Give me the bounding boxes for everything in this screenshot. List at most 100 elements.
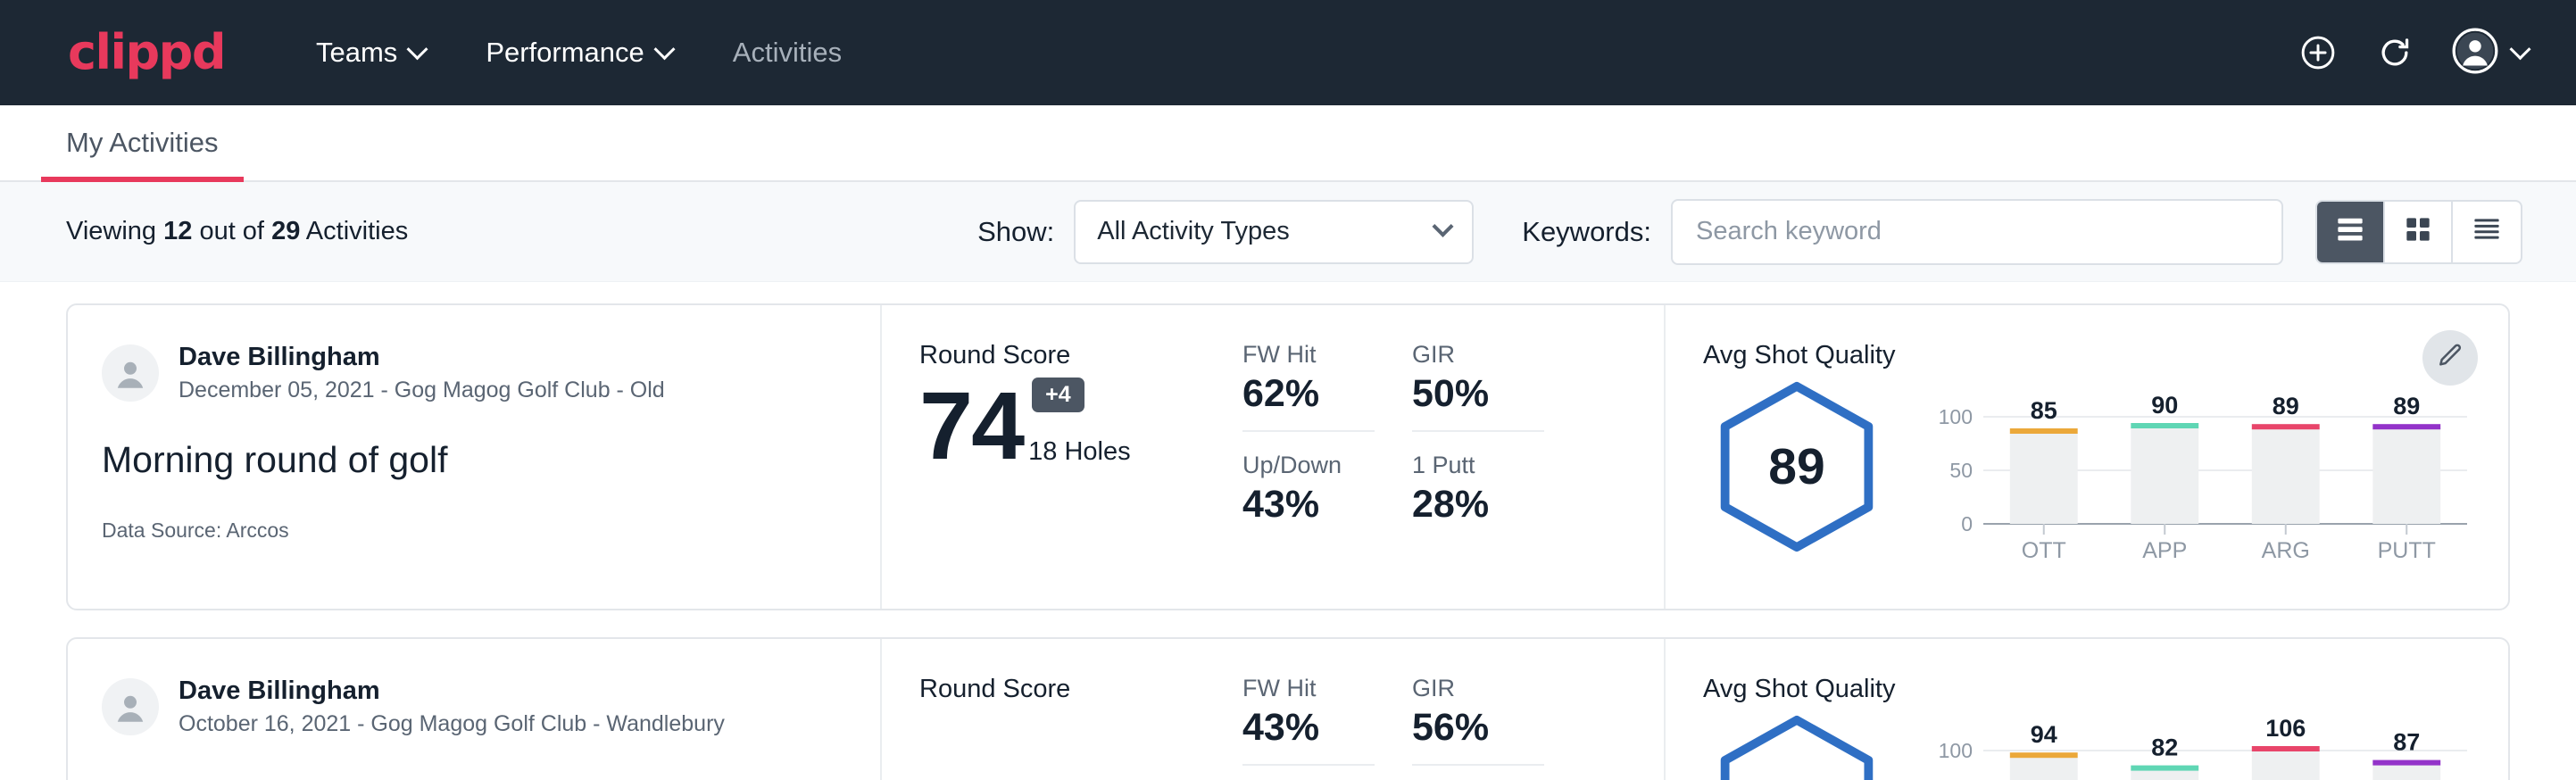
nav-item-teams[interactable]: Teams (286, 37, 455, 69)
list-view-icon (2335, 216, 2365, 247)
stat-one-putt-value: 28% (1412, 483, 1544, 527)
svg-text:94: 94 (2031, 721, 2057, 748)
activity-stats-grid: FW Hit 62% GIR 50% Up/Down 43% 1 Putt 28… (1242, 305, 1666, 609)
avg-shot-quality-body: 89 05010085OTT90APP89ARG89PUTT (1703, 379, 2508, 571)
stat-fw-hit-label: FW Hit (1242, 675, 1375, 702)
activity-user-name: Dave Billingham (179, 341, 665, 373)
round-score-column: Round Score 74 +4 18 Holes (882, 305, 1242, 609)
shot-quality-bar-chart: 05010094OTT82APP106ARG87PUTT (1930, 713, 2474, 780)
stat-up-down-value: 43% (1242, 483, 1375, 527)
activity-user-header: Dave Billingham December 05, 2021 - Gog … (102, 341, 880, 405)
grid-view-icon (2404, 215, 2432, 248)
svg-text:89: 89 (2273, 393, 2299, 419)
chevron-down-icon (2509, 38, 2530, 60)
activity-profile-column: Dave Billingham October 16, 2021 - Gog M… (68, 639, 882, 780)
activity-meta: December 05, 2021 - Gog Magog Golf Club … (179, 376, 665, 405)
stat-gir-label: GIR (1412, 675, 1544, 702)
svg-text:90: 90 (2151, 392, 2178, 419)
activity-user-header: Dave Billingham October 16, 2021 - Gog M… (102, 675, 880, 739)
view-mode-grid-button[interactable] (2385, 202, 2453, 262)
search-input-placeholder: Search keyword (1696, 217, 1882, 246)
stat-up-down-label: Up/Down (1242, 452, 1375, 479)
nav-item-performance-label: Performance (486, 37, 644, 69)
search-input[interactable]: Search keyword (1671, 199, 2283, 265)
nav-item-activities[interactable]: Activities (702, 37, 872, 69)
svg-text:50: 50 (1949, 459, 1973, 482)
view-mode-toggle-group (2315, 200, 2522, 264)
activity-profile-column: Dave Billingham December 05, 2021 - Gog … (68, 305, 882, 609)
holes-played: 18 Holes (1028, 437, 1130, 467)
shot-quality-bar-chart: 05010085OTT90APP89ARG89PUTT (1930, 379, 2474, 571)
activity-list: Dave Billingham December 05, 2021 - Gog … (0, 282, 2576, 780)
shot-quality-hexagon: 89 (1703, 379, 1890, 554)
avg-shot-quality-body: 05010094OTT82APP106ARG87PUTT (1703, 713, 2508, 780)
svg-text:89: 89 (2393, 393, 2420, 419)
shot-quality-value (1703, 713, 1890, 780)
avg-shot-quality-column: Avg Shot Quality 05010094OTT82APP106ARG8… (1666, 639, 2508, 780)
shot-quality-value: 89 (1703, 379, 1890, 554)
round-score-value-row: 74 +4 18 Holes (919, 378, 1242, 472)
chevron-down-icon (653, 38, 675, 60)
viewing-total: 29 (271, 217, 300, 245)
activity-count-text: Viewing 12 out of 29 Activities (66, 217, 408, 246)
stat-fw-hit: FW Hit 43% (1242, 675, 1375, 766)
round-score-label: Round Score (919, 675, 1242, 704)
avg-shot-quality-column: Avg Shot Quality 89 05010085OTT90APP89AR… (1666, 305, 2508, 609)
activity-user-name: Dave Billingham (179, 675, 725, 707)
chevron-down-icon (1433, 216, 1454, 237)
svg-text:85: 85 (2031, 397, 2057, 424)
viewing-prefix: Viewing (66, 217, 156, 245)
tab-my-activities[interactable]: My Activities (41, 127, 244, 182)
stat-gir: GIR 56% (1412, 675, 1544, 766)
viewing-count: 12 (163, 217, 192, 245)
stat-one-putt: 1 Putt 28% (1412, 452, 1544, 541)
plus-circle-icon[interactable] (2298, 33, 2338, 72)
avatar (102, 678, 159, 735)
nav-item-teams-label: Teams (316, 37, 397, 69)
edit-activity-button[interactable] (2422, 330, 2478, 386)
shot-quality-hexagon (1703, 713, 1890, 780)
stat-one-putt-label: 1 Putt (1412, 452, 1544, 479)
viewing-suffix: Activities (306, 217, 408, 245)
activity-card[interactable]: Dave Billingham October 16, 2021 - Gog M… (66, 637, 2510, 780)
round-score-value: 74 (919, 380, 1023, 472)
stat-gir-value: 56% (1412, 706, 1544, 750)
stat-gir-value: 50% (1412, 372, 1544, 416)
compact-view-icon (2472, 216, 2502, 247)
activity-title: Morning round of golf (102, 439, 880, 481)
filter-toolbar: Viewing 12 out of 29 Activities Show: Al… (0, 182, 2576, 282)
svg-text:APP: APP (2142, 538, 2187, 563)
stat-fw-hit: FW Hit 62% (1242, 341, 1375, 432)
activity-type-select-value: All Activity Types (1097, 217, 1289, 246)
tab-bar: My Activities (0, 105, 2576, 182)
app-logo[interactable]: clippd (68, 29, 225, 77)
view-mode-compact-button[interactable] (2453, 202, 2521, 262)
svg-text:87: 87 (2393, 729, 2420, 756)
activity-card[interactable]: Dave Billingham December 05, 2021 - Gog … (66, 303, 2510, 610)
account-menu[interactable] (2452, 28, 2528, 79)
avg-shot-quality-label: Avg Shot Quality (1703, 675, 2508, 704)
stat-gir: GIR 50% (1412, 341, 1544, 432)
avg-shot-quality-label: Avg Shot Quality (1703, 341, 2508, 370)
tab-my-activities-label: My Activities (66, 127, 219, 158)
svg-text:100: 100 (1939, 405, 1973, 428)
view-mode-list-button[interactable] (2317, 202, 2385, 262)
show-label: Show: (977, 216, 1054, 248)
svg-text:ARG: ARG (2262, 538, 2310, 563)
stat-gir-label: GIR (1412, 341, 1544, 369)
svg-text:0: 0 (1961, 512, 1973, 535)
stat-up-down: Up/Down 43% (1242, 452, 1375, 541)
account-avatar-icon (2452, 28, 2498, 79)
keywords-label: Keywords: (1522, 216, 1651, 248)
nav-actions (2298, 28, 2528, 79)
stat-fw-hit-label: FW Hit (1242, 341, 1375, 369)
refresh-icon[interactable] (2375, 33, 2414, 72)
activity-type-select[interactable]: All Activity Types (1074, 200, 1474, 264)
activity-meta: October 16, 2021 - Gog Magog Golf Club -… (179, 709, 725, 739)
svg-text:PUTT: PUTT (2378, 538, 2436, 563)
activity-stats-grid: FW Hit 43% GIR 56% (1242, 639, 1666, 780)
nav-item-performance[interactable]: Performance (455, 37, 702, 69)
activity-data-source: Data Source: Arccos (102, 519, 880, 543)
chevron-down-icon (407, 38, 428, 60)
viewing-mid: out of (199, 217, 264, 245)
